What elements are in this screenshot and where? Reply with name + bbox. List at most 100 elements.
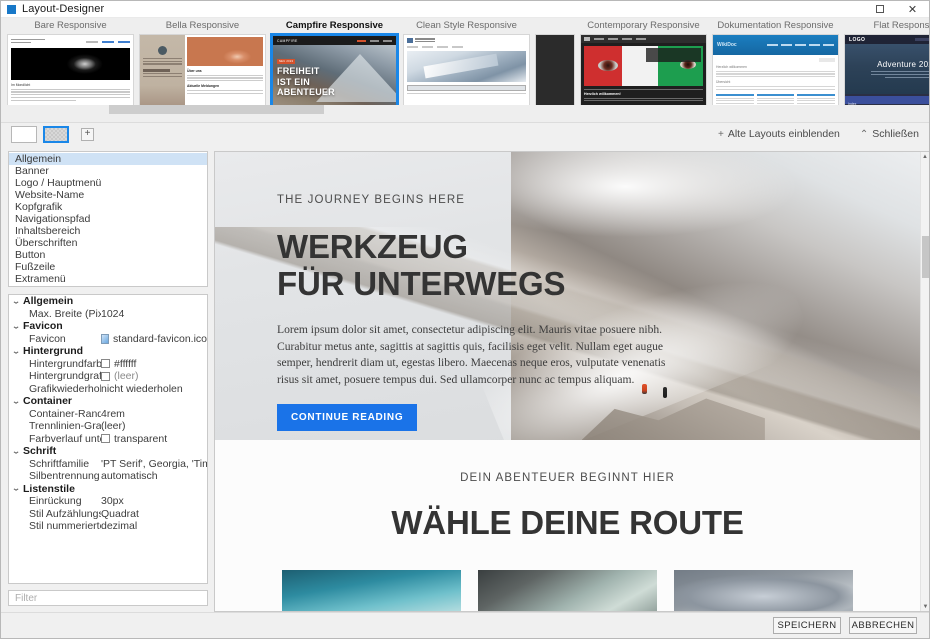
property-row-favicon[interactable]: Favicon standard-favicon.ico bbox=[9, 333, 207, 346]
property-row-grafikwiederholung[interactable]: Grafikwiederholung nicht wiederholen bbox=[9, 383, 207, 396]
property-value[interactable]: dezimal bbox=[101, 520, 137, 532]
template-thumbnail[interactable]: Herzlich willkommen! bbox=[580, 34, 707, 108]
area-item-logo-hauptmenu[interactable]: Logo / Hauptmenü bbox=[9, 177, 207, 189]
property-value[interactable]: nicht wiederholen bbox=[101, 383, 183, 395]
area-item-fusszeile[interactable]: Fußzeile bbox=[9, 261, 207, 273]
property-value[interactable]: (leer) bbox=[101, 420, 126, 432]
area-item-button[interactable]: Button bbox=[9, 249, 207, 261]
dialog-footer: SPEICHERN ABBRECHEN bbox=[1, 612, 929, 638]
gallery-scrollbar[interactable] bbox=[1, 105, 929, 114]
chevron-down-icon[interactable]: ⌄ bbox=[9, 297, 25, 305]
collapse-gallery-button[interactable]: ⌃ Schließen bbox=[860, 128, 919, 140]
property-key: Favicon bbox=[29, 332, 66, 345]
template-thumbnail[interactable]: WikiDoc Herzlich willkommen Übersicht bbox=[712, 34, 839, 108]
route-card-clouds[interactable] bbox=[478, 570, 657, 611]
area-item-ueberschriften[interactable]: Überschriften bbox=[9, 237, 207, 249]
area-list[interactable]: Allgemein Banner Logo / Hauptmenü Websit… bbox=[8, 151, 208, 287]
property-group-listenstile[interactable]: ⌄ Listenstile bbox=[9, 483, 207, 496]
layout-slot-blank[interactable] bbox=[11, 125, 37, 143]
property-row-trennlinien-grafik[interactable]: Trennlinien-Grafik unt (leer) bbox=[9, 420, 207, 433]
property-group-container[interactable]: ⌄ Container bbox=[9, 395, 207, 408]
image-swatch-icon[interactable] bbox=[101, 371, 110, 381]
thumb-badge: NEU 2022 bbox=[277, 59, 296, 64]
area-item-banner[interactable]: Banner bbox=[9, 165, 207, 177]
property-row-schriftfamilie[interactable]: Schriftfamilie 'PT Serif', Georgia, 'Tim… bbox=[9, 458, 207, 471]
property-row-hintergrundgrafik[interactable]: Hintergrundgrafik (leer) bbox=[9, 370, 207, 383]
property-group-label: Allgemein bbox=[23, 295, 74, 308]
hero-climber-dark bbox=[662, 387, 667, 399]
template-thumbnail[interactable]: LOGO Adventure 2022 Index bbox=[844, 34, 929, 108]
route-card-snowy-range[interactable] bbox=[674, 570, 853, 611]
area-item-website-name[interactable]: Website-Name bbox=[9, 189, 207, 201]
template-label: Campfire Responsive bbox=[285, 20, 384, 31]
layout-toolbar: + + Alte Layouts einblenden ⌃ Schließen bbox=[1, 122, 929, 145]
add-layout-button[interactable]: + bbox=[81, 127, 94, 141]
property-row-stil-aufzaehlungsliste[interactable]: Stil Aufzählungsliste Quadrat bbox=[9, 508, 207, 521]
maximize-icon[interactable] bbox=[863, 1, 896, 17]
route-card-fjord[interactable] bbox=[282, 570, 461, 611]
property-value[interactable]: 'PT Serif', Georgia, 'Times New bbox=[101, 458, 207, 470]
chevron-down-icon[interactable]: ⌄ bbox=[9, 397, 25, 405]
preview-scrollbar[interactable]: ▲ ▼ bbox=[920, 152, 929, 611]
chevron-down-icon[interactable]: ⌄ bbox=[9, 322, 25, 330]
property-value[interactable]: #ffffff bbox=[114, 358, 136, 370]
layout-slot-selected[interactable] bbox=[43, 125, 69, 143]
property-key: Einrückung bbox=[29, 495, 82, 508]
property-value[interactable]: 30px bbox=[101, 495, 124, 507]
continue-reading-button[interactable]: CONTINUE READING bbox=[277, 404, 418, 431]
left-pane: Allgemein Banner Logo / Hauptmenü Websit… bbox=[1, 145, 214, 612]
layout-designer-window: Layout-Designer ✕ Bare Responsive Im Mon… bbox=[0, 0, 930, 639]
area-item-navigationspfad[interactable]: Navigationspfad bbox=[9, 213, 207, 225]
color-swatch-icon[interactable] bbox=[101, 434, 110, 444]
property-row-einrueckung[interactable]: Einrückung 30px bbox=[9, 495, 207, 508]
property-row-container-rand[interactable]: Container-Rand vertik 4rem bbox=[9, 408, 207, 421]
property-value[interactable]: automatisch bbox=[101, 470, 158, 482]
property-group-label: Hintergrund bbox=[23, 345, 84, 358]
area-item-extramenu[interactable]: Extramenü bbox=[9, 273, 207, 285]
property-row-stil-nummerierte-liste[interactable]: Stil nummerierte Liste dezimal bbox=[9, 520, 207, 533]
color-swatch-icon[interactable] bbox=[101, 359, 110, 369]
save-button[interactable]: SPEICHERN bbox=[773, 617, 841, 634]
property-value[interactable]: 1024 bbox=[101, 308, 124, 320]
preview-scroll-area: THE JOURNEY BEGINS HERE WERKZEUG FÜR UNT… bbox=[215, 152, 920, 611]
area-item-inhaltsbereich[interactable]: Inhaltsbereich bbox=[9, 225, 207, 237]
chevron-down-icon[interactable]: ⌄ bbox=[9, 485, 25, 493]
thumb-photo-eye bbox=[11, 48, 130, 80]
template-thumbnail[interactable]: Im Mondlicht bbox=[7, 34, 134, 108]
filter-input[interactable]: Filter bbox=[8, 590, 208, 606]
thumb-photo-eyes-flag bbox=[584, 46, 703, 86]
area-item-allgemein[interactable]: Allgemein bbox=[9, 153, 207, 165]
area-item-kopfgrafik[interactable]: Kopfgrafik bbox=[9, 201, 207, 213]
app-square-icon bbox=[7, 4, 16, 14]
gallery-scrollbar-thumb[interactable] bbox=[109, 105, 324, 114]
property-value[interactable]: standard-favicon.ico bbox=[113, 333, 207, 345]
chevron-down-icon[interactable]: ⌄ bbox=[9, 347, 25, 355]
property-group-label: Listenstile bbox=[23, 482, 75, 495]
property-group-favicon[interactable]: ⌄ Favicon bbox=[9, 320, 207, 333]
template-thumbnail[interactable]: CAMPFIRE NEU 2022 FREIHEIT IST EIN ABENTEU… bbox=[270, 33, 399, 109]
hero-headline-line2: FÜR UNTERWEGS bbox=[277, 265, 566, 302]
property-group-schrift[interactable]: ⌄ Schrift bbox=[9, 445, 207, 458]
template-label: Flat Responsive bbox=[873, 20, 929, 31]
cancel-button[interactable]: ABBRECHEN bbox=[849, 617, 917, 634]
property-row-hintergrundfarbe[interactable]: Hintergrundfarbe #ffffff bbox=[9, 358, 207, 371]
property-group-label: Schrift bbox=[23, 445, 57, 458]
property-row-silbentrennung[interactable]: Silbentrennung automatisch bbox=[9, 470, 207, 483]
property-value[interactable]: (leer) bbox=[114, 370, 139, 382]
property-group-allgemein[interactable]: ⌄ Allgemein bbox=[9, 295, 207, 308]
property-group-hintergrund[interactable]: ⌄ Hintergrund bbox=[9, 345, 207, 358]
scroll-down-icon[interactable]: ▼ bbox=[921, 602, 929, 611]
show-old-layouts-button[interactable]: + Alte Layouts einblenden bbox=[718, 128, 840, 140]
property-row-farbverlauf-unten[interactable]: Farbverlauf unten transparent bbox=[9, 433, 207, 446]
close-icon[interactable]: ✕ bbox=[896, 1, 929, 17]
template-thumbnail[interactable] bbox=[403, 34, 530, 108]
chevron-down-icon[interactable]: ⌄ bbox=[9, 447, 25, 455]
property-value[interactable]: transparent bbox=[114, 433, 167, 445]
template-thumbnail[interactable]: Über uns Aktuelle Meldungen bbox=[139, 34, 266, 108]
scroll-up-icon[interactable]: ▲ bbox=[921, 152, 929, 161]
property-value[interactable]: Quadrat bbox=[101, 508, 139, 520]
preview-scrollbar-thumb[interactable] bbox=[922, 236, 929, 278]
property-value[interactable]: 4rem bbox=[101, 408, 125, 420]
thumb-logo: WikiDoc bbox=[717, 42, 737, 48]
property-row-max-breite[interactable]: Max. Breite (Pixel) 1024 bbox=[9, 308, 207, 321]
